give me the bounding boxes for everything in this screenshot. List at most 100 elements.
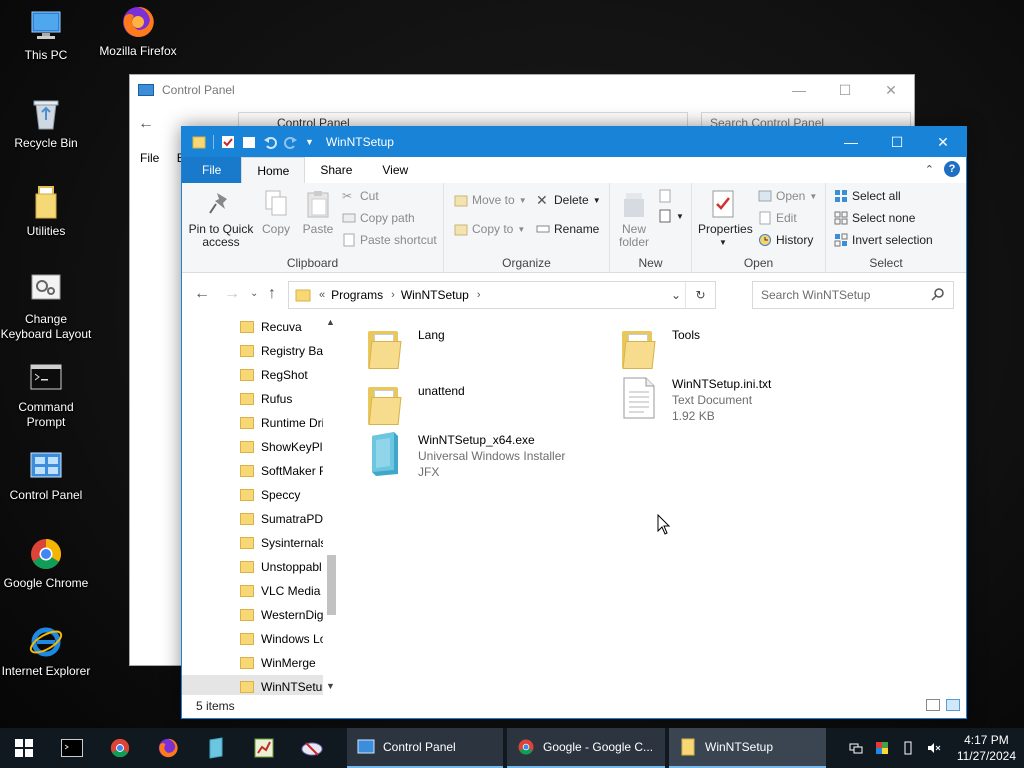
tab-home[interactable]: Home bbox=[241, 157, 306, 183]
desktop-icon-change-keyboard-layout[interactable]: Change Keyboard Layout bbox=[0, 272, 92, 342]
collapse-ribbon-icon[interactable]: ⌃ bbox=[925, 163, 934, 176]
tree-item[interactable]: Sysinternals bbox=[182, 531, 340, 555]
volume-muted-icon[interactable] bbox=[927, 741, 941, 755]
display-icon[interactable] bbox=[875, 741, 889, 755]
paste-button[interactable]: Paste bbox=[300, 189, 336, 236]
usb-drive-icon[interactable] bbox=[901, 741, 915, 755]
tree-item[interactable]: Runtime Dri bbox=[182, 411, 340, 435]
properties-button[interactable]: Properties ▼ bbox=[698, 189, 753, 249]
address-dropdown-icon[interactable]: ⌄ bbox=[671, 288, 681, 302]
copy-path-button[interactable]: Copy path bbox=[342, 211, 415, 225]
tree-item[interactable]: Rufus bbox=[182, 387, 340, 411]
close-button[interactable]: ✕ bbox=[868, 75, 914, 105]
details-view-icon[interactable] bbox=[926, 699, 940, 711]
redo-icon[interactable] bbox=[284, 135, 298, 149]
recent-locations-icon[interactable]: ⌄ bbox=[250, 288, 258, 299]
tab-file[interactable]: File bbox=[182, 157, 242, 183]
close-button[interactable]: ✕ bbox=[920, 127, 966, 157]
file-item[interactable]: unattend bbox=[364, 381, 465, 429]
clock[interactable]: 4:17 PM 11/27/2024 bbox=[957, 732, 1016, 764]
edit-button[interactable]: Edit bbox=[758, 211, 797, 225]
cut-button[interactable]: ✂ Cut bbox=[342, 189, 379, 203]
open-button[interactable]: Open ▼ bbox=[758, 189, 817, 203]
up-arrow-icon[interactable]: ↑ bbox=[268, 285, 276, 303]
scrollbar-thumb[interactable] bbox=[327, 555, 336, 615]
taskbar-pin-app[interactable] bbox=[288, 728, 336, 768]
tree-item[interactable]: Unstoppabl bbox=[182, 555, 340, 579]
desktop-icon-firefox[interactable]: Mozilla Firefox bbox=[92, 4, 184, 59]
copy-to-button[interactable]: Copy to ▼ bbox=[454, 222, 525, 236]
navigation-pane-scrollbar[interactable]: ▲ ▼ bbox=[323, 315, 340, 695]
undo-icon[interactable] bbox=[263, 135, 277, 149]
select-all-button[interactable]: Select all bbox=[834, 189, 901, 203]
desktop-icon-internet-explorer[interactable]: Internet Explorer bbox=[0, 624, 92, 679]
taskbar-pin-app[interactable] bbox=[192, 728, 240, 768]
scroll-down-icon[interactable]: ▼ bbox=[326, 681, 335, 691]
breadcrumb-chevron-icon[interactable]: › bbox=[477, 289, 481, 301]
taskbar-pin-command-prompt[interactable] bbox=[48, 728, 96, 768]
taskbar-pin-firefox[interactable] bbox=[144, 728, 192, 768]
breadcrumb-programs[interactable]: Programs bbox=[331, 288, 383, 302]
file-item[interactable]: WinNTSetup_x64.exe Universal Windows Ins… bbox=[364, 430, 565, 480]
explorer-window[interactable]: ▼ WinNTSetup — ☐ ✕ File Home Share View … bbox=[181, 126, 967, 719]
refresh-icon[interactable]: ↻ bbox=[685, 282, 715, 308]
address-bar[interactable]: « Programs › WinNTSetup › ⌄ ↻ bbox=[288, 281, 716, 309]
new-item-button[interactable] bbox=[658, 189, 672, 203]
tree-item[interactable]: WesternDig bbox=[182, 603, 340, 627]
new-folder-icon[interactable] bbox=[242, 135, 256, 149]
desktop-icon-recycle-bin[interactable]: Recycle Bin bbox=[0, 96, 92, 151]
select-none-button[interactable]: Select none bbox=[834, 211, 915, 225]
pin-to-quick-access-button[interactable]: Pin to Quick access bbox=[188, 189, 254, 249]
tree-item[interactable]: Registry Bac bbox=[182, 339, 340, 363]
easy-access-button[interactable]: ▼ bbox=[658, 209, 684, 223]
customize-toolbar-icon[interactable]: ▼ bbox=[305, 137, 314, 147]
tree-item[interactable]: Speccy bbox=[182, 483, 340, 507]
tree-item[interactable]: VLC Media I bbox=[182, 579, 340, 603]
tab-share[interactable]: Share bbox=[305, 157, 368, 183]
minimize-button[interactable]: — bbox=[828, 127, 874, 157]
help-icon[interactable]: ? bbox=[944, 161, 960, 177]
tree-item-selected[interactable]: WinNTSetup bbox=[182, 675, 340, 695]
rename-button[interactable]: Rename bbox=[536, 222, 599, 236]
menu-file[interactable]: File bbox=[140, 151, 159, 165]
tree-item[interactable]: Recuva bbox=[182, 315, 340, 339]
taskbar-pin-chrome[interactable] bbox=[96, 728, 144, 768]
file-list[interactable]: Lang Tools unattend WinNTSetup.ini.txt T… bbox=[342, 315, 966, 695]
properties-icon[interactable] bbox=[221, 135, 235, 149]
maximize-button[interactable]: ☐ bbox=[822, 75, 868, 105]
navigation-pane[interactable]: Recuva Registry Bac RegShot Rufus Runtim… bbox=[182, 315, 340, 695]
desktop-icon-command-prompt[interactable]: Command Prompt bbox=[0, 360, 92, 430]
breadcrumb-winntsetup[interactable]: WinNTSetup bbox=[401, 288, 469, 302]
invert-selection-button[interactable]: Invert selection bbox=[834, 233, 933, 247]
tree-item[interactable]: ShowKeyPlu bbox=[182, 435, 340, 459]
minimize-button[interactable]: — bbox=[776, 75, 822, 105]
history-button[interactable]: History bbox=[758, 233, 813, 247]
taskbar-app-chrome[interactable]: Google - Google C... bbox=[507, 728, 665, 768]
new-folder-button[interactable]: New folder bbox=[616, 189, 652, 249]
forward-arrow-icon[interactable]: → bbox=[224, 285, 240, 303]
network-icon[interactable] bbox=[849, 741, 863, 755]
back-arrow-icon[interactable]: ← bbox=[138, 115, 162, 133]
desktop-icon-this-pc[interactable]: This PC bbox=[0, 8, 92, 63]
copy-button[interactable]: Copy bbox=[258, 189, 294, 236]
taskbar-app-control-panel[interactable]: Control Panel bbox=[347, 728, 503, 768]
paste-shortcut-button[interactable]: Paste shortcut bbox=[342, 233, 437, 247]
desktop-icon-utilities[interactable]: Utilities bbox=[0, 184, 92, 239]
file-item[interactable]: Tools bbox=[618, 325, 700, 373]
large-icons-view-icon[interactable] bbox=[946, 699, 960, 711]
tree-item[interactable]: RegShot bbox=[182, 363, 340, 387]
tree-item[interactable]: Windows Lo bbox=[182, 627, 340, 651]
breadcrumb-chevron-icon[interactable]: › bbox=[391, 289, 395, 301]
taskbar-app-explorer[interactable]: WinNTSetup bbox=[669, 728, 826, 768]
file-item[interactable]: Lang bbox=[364, 325, 445, 373]
file-item[interactable]: WinNTSetup.ini.txt Text Document 1.92 KB bbox=[618, 374, 771, 424]
search-input[interactable]: Search WinNTSetup bbox=[752, 281, 954, 309]
back-arrow-icon[interactable]: ← bbox=[194, 285, 210, 303]
overflow-chevron[interactable]: « bbox=[319, 289, 325, 301]
maximize-button[interactable]: ☐ bbox=[874, 127, 920, 157]
scroll-up-icon[interactable]: ▲ bbox=[326, 317, 335, 327]
tab-view[interactable]: View bbox=[367, 157, 424, 183]
tree-item[interactable]: SoftMaker F bbox=[182, 459, 340, 483]
title-bar[interactable]: ▼ WinNTSetup — ☐ ✕ bbox=[182, 127, 966, 157]
taskbar-pin-app[interactable] bbox=[240, 728, 288, 768]
